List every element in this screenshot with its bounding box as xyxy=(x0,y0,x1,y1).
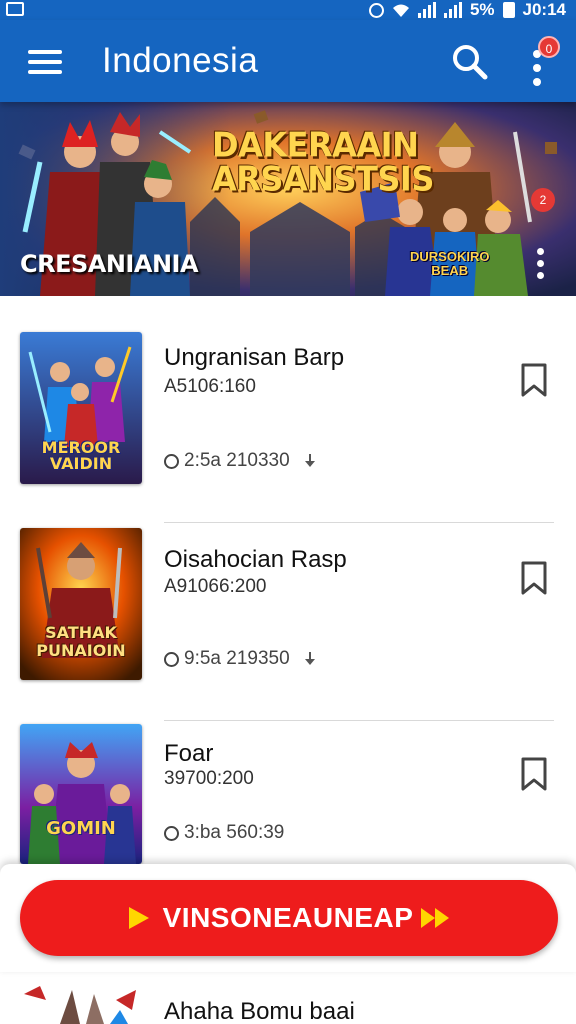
list-item[interactable]: MEROOR VAIDIN Ungranisan Barp A5106:160 … xyxy=(0,326,576,524)
list-divider xyxy=(164,522,554,523)
image-notification-icon xyxy=(6,2,24,16)
item-subtitle: A91066:200 xyxy=(164,576,267,597)
battery-icon xyxy=(502,2,515,18)
bookmark-icon[interactable] xyxy=(518,362,550,398)
play-icon xyxy=(128,907,149,929)
battery-percent: 5% xyxy=(469,0,495,19)
item-thumbnail: SATHAK PUNAIOIN xyxy=(20,528,142,680)
cta-button[interactable]: VINSONEAUNEAP xyxy=(20,880,558,956)
list-item[interactable]: Ahaha Bomu baai xyxy=(0,972,576,1024)
banner-badge: 2 xyxy=(531,188,555,212)
page-title: Indonesia xyxy=(102,41,259,80)
item-subtitle: A5106:160 xyxy=(164,376,256,397)
thumb-label: MEROOR VAIDIN xyxy=(41,438,121,473)
banner-title: DAKERAAIN ARSANSTSIS xyxy=(212,125,434,199)
fast-forward-icon xyxy=(421,908,450,928)
clock-icon xyxy=(164,825,179,841)
item-title: Foar xyxy=(164,740,214,767)
list-item[interactable]: SATHAK PUNAIOIN Oisahocian Rasp A91066:2… xyxy=(0,524,576,722)
item-title: Ahaha Bomu baai xyxy=(164,998,355,1024)
cta-label: VINSONEAUNEAP xyxy=(162,902,414,933)
item-meta: 3:ba 560:39 xyxy=(164,822,284,844)
signal-icon xyxy=(417,2,436,18)
download-icon xyxy=(304,652,315,665)
item-meta: 9:5a 219350 xyxy=(164,648,316,670)
item-meta: 2:5a 210330 xyxy=(164,450,316,472)
alarm-icon xyxy=(368,2,384,18)
thumb-label: SATHAK PUNAIOIN xyxy=(36,623,126,660)
menu-icon[interactable] xyxy=(28,50,62,74)
list-divider xyxy=(164,720,554,721)
wifi-icon xyxy=(392,4,409,17)
item-thumbnail: GOMIN xyxy=(20,724,142,864)
item-subtitle: 39700:200 xyxy=(164,768,254,789)
banner-brand: CRESANIANIA xyxy=(20,250,199,278)
signal-icon-2 xyxy=(443,2,462,18)
thumb-label: GOMIN xyxy=(46,818,116,839)
item-title: Oisahocian Rasp xyxy=(164,546,347,573)
clock-icon xyxy=(164,453,179,469)
item-thumbnail: MEROOR VAIDIN xyxy=(20,332,142,484)
status-bar: 5% J0:14 xyxy=(0,0,576,20)
banner-more-vert-icon[interactable] xyxy=(532,248,548,282)
notification-badge: 0 xyxy=(538,36,560,58)
app-bar: Indonesia 0 xyxy=(0,20,576,102)
bookmark-icon[interactable] xyxy=(518,756,550,792)
bookmark-icon[interactable] xyxy=(518,560,550,596)
banner-sub-logo: DURSOKIRO BEAB xyxy=(410,249,490,278)
search-icon[interactable] xyxy=(450,42,490,82)
item-title: Ungranisan Barp xyxy=(164,344,345,371)
clock-time: J0:14 xyxy=(522,0,566,19)
clock-icon xyxy=(164,651,179,667)
more-vert-icon[interactable]: 0 xyxy=(524,36,564,86)
status-icons: 5% J0:14 xyxy=(368,0,566,20)
download-icon xyxy=(304,454,315,467)
cta-bar: VINSONEAUNEAP xyxy=(0,864,576,972)
item-thumbnail xyxy=(20,980,142,1024)
featured-banner[interactable]: DAKERAAIN ARSANSTSIS CRESANIANIA DURSOKI… xyxy=(0,102,576,296)
